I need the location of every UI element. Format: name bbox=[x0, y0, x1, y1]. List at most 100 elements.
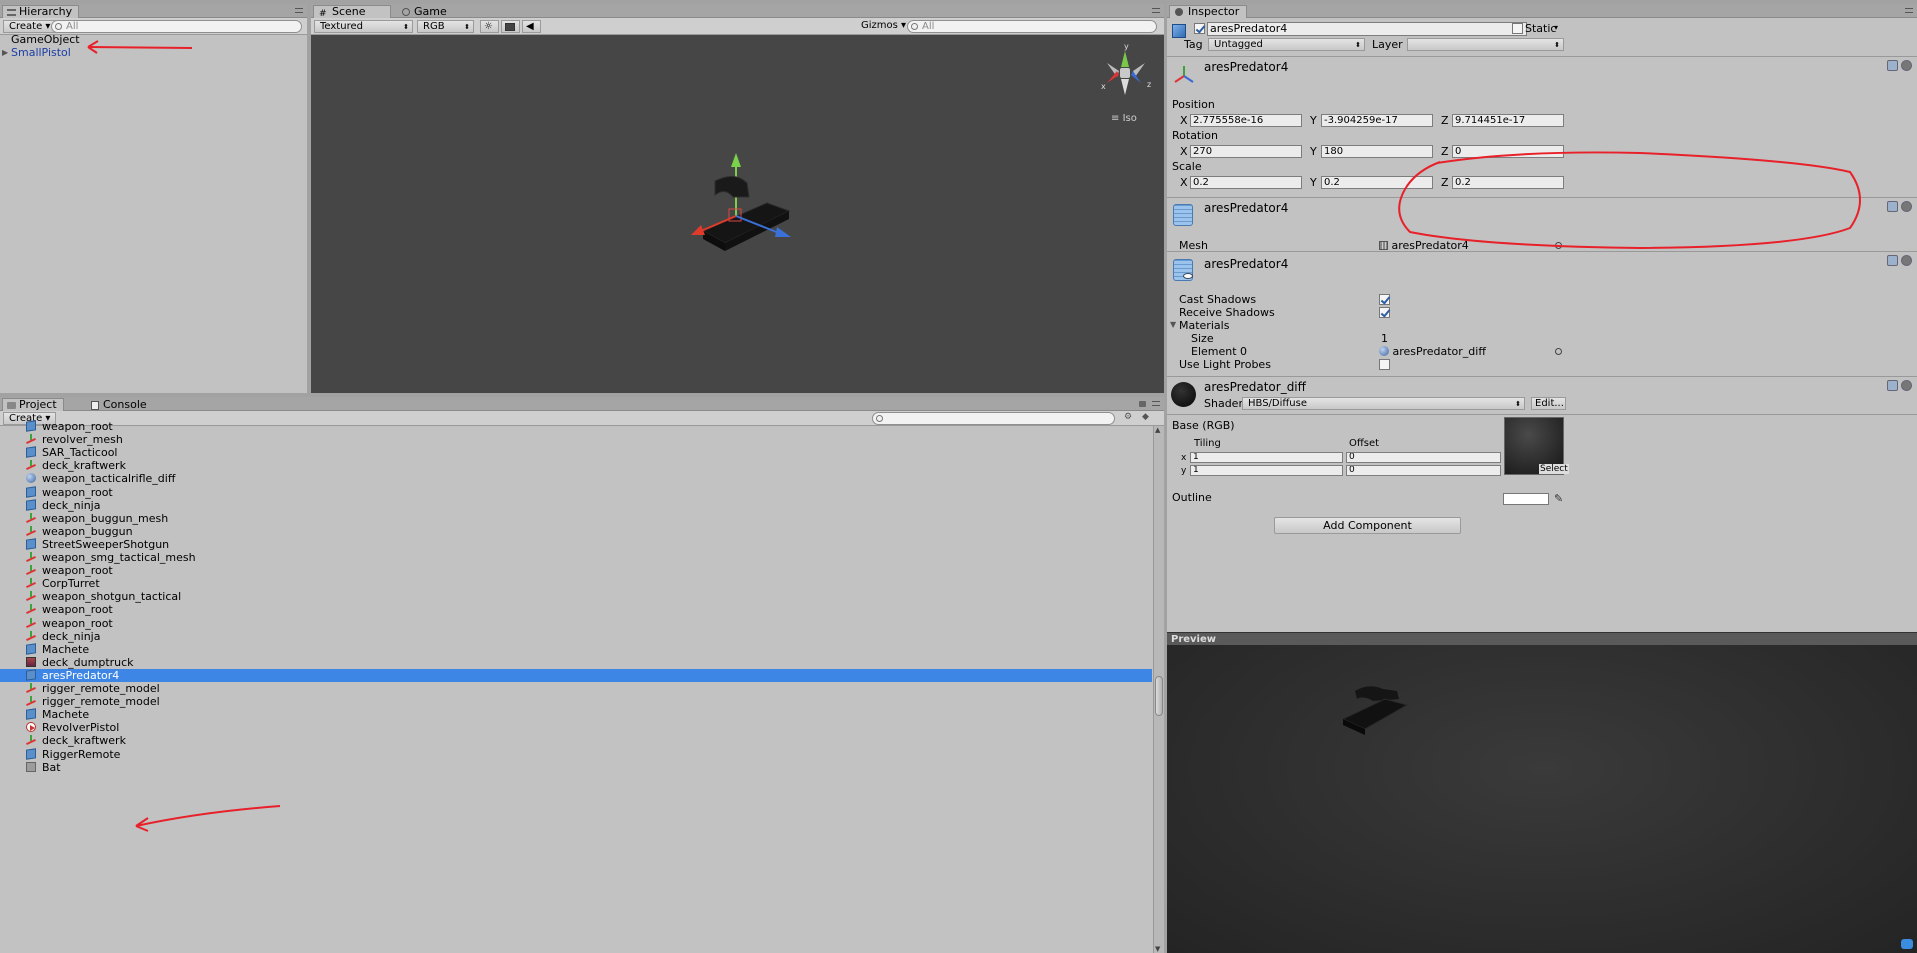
tab-console[interactable]: Console bbox=[86, 398, 154, 411]
cast-shadows-checkbox[interactable] bbox=[1379, 294, 1390, 305]
texture-select-button[interactable]: Select bbox=[1539, 464, 1569, 474]
outline-color-field[interactable] bbox=[1503, 493, 1549, 505]
receive-shadows-checkbox[interactable] bbox=[1379, 307, 1390, 318]
gizmo-center[interactable] bbox=[1120, 68, 1130, 78]
rotation-z-field[interactable]: 0 bbox=[1452, 145, 1564, 158]
scroll-up-arrow-icon[interactable]: ▲ bbox=[1155, 426, 1160, 434]
active-checkbox[interactable] bbox=[1194, 23, 1205, 34]
list-item[interactable]: weapon_root bbox=[0, 603, 1152, 616]
help-icon[interactable] bbox=[1887, 380, 1898, 391]
gizmo-cone-bottom[interactable] bbox=[1121, 79, 1129, 95]
gizmo-y-cone[interactable] bbox=[1121, 51, 1129, 67]
scene-search-input[interactable]: All bbox=[907, 20, 1157, 33]
layer-dropdown[interactable]: ⬍ bbox=[1407, 38, 1564, 51]
list-item[interactable]: weapon_smg_tactical_mesh bbox=[0, 551, 1152, 564]
list-item[interactable]: SAR_Tacticool bbox=[0, 446, 1152, 459]
orientation-gizmo[interactable]: y x z bbox=[1097, 41, 1157, 101]
help-icon[interactable] bbox=[1887, 60, 1898, 71]
project-asset-list[interactable]: weapon_root revolver_mesh SAR_Tacticool dec… bbox=[0, 420, 1164, 953]
list-item[interactable]: deck_ninja bbox=[0, 499, 1152, 512]
move-handle-y-cone[interactable] bbox=[731, 153, 741, 167]
project-scrollbar[interactable]: ▲ ▼ bbox=[1153, 426, 1164, 953]
scale-y-field[interactable]: 0.2 bbox=[1321, 176, 1433, 189]
add-component-button[interactable]: Add Component bbox=[1274, 517, 1461, 534]
list-item[interactable]: Bat bbox=[0, 761, 1152, 774]
position-y-field[interactable]: -3.904259e-17 bbox=[1321, 114, 1433, 127]
list-item[interactable]: weapon_tacticalrifle_diff bbox=[0, 472, 1152, 485]
base-texture-slot[interactable]: Select bbox=[1504, 417, 1569, 475]
hierarchy-create-button[interactable]: Create ▾ bbox=[3, 20, 57, 33]
panel-menu-icon[interactable] bbox=[1905, 8, 1913, 13]
list-item[interactable]: Machete bbox=[0, 708, 1152, 721]
hierarchy-search-input[interactable]: All bbox=[51, 20, 302, 33]
offset-y-field[interactable]: 0 bbox=[1346, 465, 1501, 476]
gizmo-x-cone[interactable] bbox=[1107, 71, 1119, 83]
light-probes-checkbox[interactable] bbox=[1379, 359, 1390, 370]
hierarchy-item-smallpistol[interactable]: ▶ SmallPistol bbox=[0, 46, 307, 59]
rotation-x-field[interactable]: 270 bbox=[1190, 145, 1302, 158]
tab-inspector[interactable]: Inspector bbox=[1169, 5, 1247, 18]
scene-viewport[interactable]: y x z ≡ Iso bbox=[311, 35, 1164, 393]
render-mode-dropdown[interactable]: Textured ⬍ bbox=[314, 20, 413, 33]
lock-icon[interactable] bbox=[1139, 401, 1146, 407]
list-item[interactable]: Machete bbox=[0, 643, 1152, 656]
lighting-toggle[interactable]: ☼ bbox=[480, 20, 499, 33]
list-item[interactable]: weapon_root bbox=[0, 486, 1152, 499]
edit-shader-button[interactable]: Edit... bbox=[1531, 397, 1566, 410]
tab-game[interactable]: Game bbox=[397, 5, 454, 18]
shader-dropdown[interactable]: HBS/Diffuse ⬍ bbox=[1242, 397, 1525, 410]
list-item[interactable]: deck_kraftwerk bbox=[0, 459, 1152, 472]
dropdown-arrow-icon[interactable]: ▾ bbox=[1554, 23, 1558, 32]
list-item[interactable]: RevolverPistol bbox=[0, 721, 1152, 734]
move-handle-x-cone[interactable] bbox=[691, 225, 705, 235]
list-item[interactable]: weapon_buggun_mesh bbox=[0, 512, 1152, 525]
help-icon[interactable] bbox=[1887, 255, 1898, 266]
move-handle-z-cone[interactable] bbox=[775, 227, 791, 237]
list-item[interactable]: weapon_root bbox=[0, 420, 1152, 433]
list-item[interactable]: aresPredator4 bbox=[0, 668, 1152, 682]
panel-menu-icon[interactable] bbox=[1152, 8, 1160, 13]
audio-toggle[interactable]: ◀ bbox=[522, 20, 541, 33]
position-x-field[interactable]: 2.775558e-16 bbox=[1190, 114, 1302, 127]
list-item[interactable]: deck_dumptruck bbox=[0, 656, 1152, 669]
object-picker-icon[interactable] bbox=[1555, 242, 1562, 249]
tiling-x-field[interactable]: 1 bbox=[1190, 452, 1343, 463]
preview-viewport[interactable] bbox=[1167, 645, 1917, 953]
static-checkbox[interactable] bbox=[1512, 23, 1523, 34]
list-item[interactable]: weapon_root bbox=[0, 617, 1152, 630]
fx-toggle[interactable] bbox=[501, 20, 520, 33]
materials-size-value[interactable]: 1 bbox=[1381, 332, 1388, 345]
list-item[interactable]: RiggerRemote bbox=[0, 748, 1152, 761]
scale-x-field[interactable]: 0.2 bbox=[1190, 176, 1302, 189]
expand-arrow-icon[interactable]: ▶ bbox=[2, 46, 8, 59]
tab-project[interactable]: Project bbox=[2, 398, 64, 411]
help-icon[interactable] bbox=[1887, 201, 1898, 212]
expand-arrow-icon[interactable]: ▼ bbox=[1170, 320, 1176, 329]
list-item[interactable]: deck_ninja bbox=[0, 630, 1152, 643]
panel-menu-icon[interactable] bbox=[295, 8, 303, 13]
object-picker-icon[interactable] bbox=[1555, 348, 1562, 355]
list-item[interactable]: rigger_remote_model bbox=[0, 682, 1152, 695]
list-item[interactable]: rigger_remote_model bbox=[0, 695, 1152, 708]
list-item[interactable]: StreetSweeperShotgun bbox=[0, 538, 1152, 551]
chat-bubble-icon[interactable] bbox=[1901, 939, 1913, 949]
rotation-y-field[interactable]: 180 bbox=[1321, 145, 1433, 158]
gear-icon[interactable] bbox=[1901, 380, 1912, 391]
element0-object-field[interactable]: aresPredator_diff bbox=[1379, 345, 1564, 358]
channel-dropdown[interactable]: RGB ⬍ bbox=[417, 20, 474, 33]
position-z-field[interactable]: 9.714451e-17 bbox=[1452, 114, 1564, 127]
list-item[interactable]: weapon_root bbox=[0, 564, 1152, 577]
eyedropper-icon[interactable]: ✎ bbox=[1554, 492, 1563, 505]
offset-x-field[interactable]: 0 bbox=[1346, 452, 1501, 463]
gear-icon[interactable] bbox=[1901, 201, 1912, 212]
scale-z-field[interactable]: 0.2 bbox=[1452, 176, 1564, 189]
scene-model-arespredator4[interactable] bbox=[685, 151, 795, 256]
list-item[interactable]: weapon_buggun bbox=[0, 525, 1152, 538]
mesh-object-field[interactable]: aresPredator4 bbox=[1379, 239, 1564, 252]
list-item[interactable]: deck_kraftwerk bbox=[0, 734, 1152, 747]
list-item[interactable]: revolver_mesh bbox=[0, 433, 1152, 446]
gear-icon[interactable] bbox=[1901, 255, 1912, 266]
tag-dropdown[interactable]: Untagged ⬍ bbox=[1208, 38, 1365, 51]
tiling-y-field[interactable]: 1 bbox=[1190, 465, 1343, 476]
gizmos-dropdown[interactable]: Gizmos ▾ bbox=[856, 20, 906, 33]
